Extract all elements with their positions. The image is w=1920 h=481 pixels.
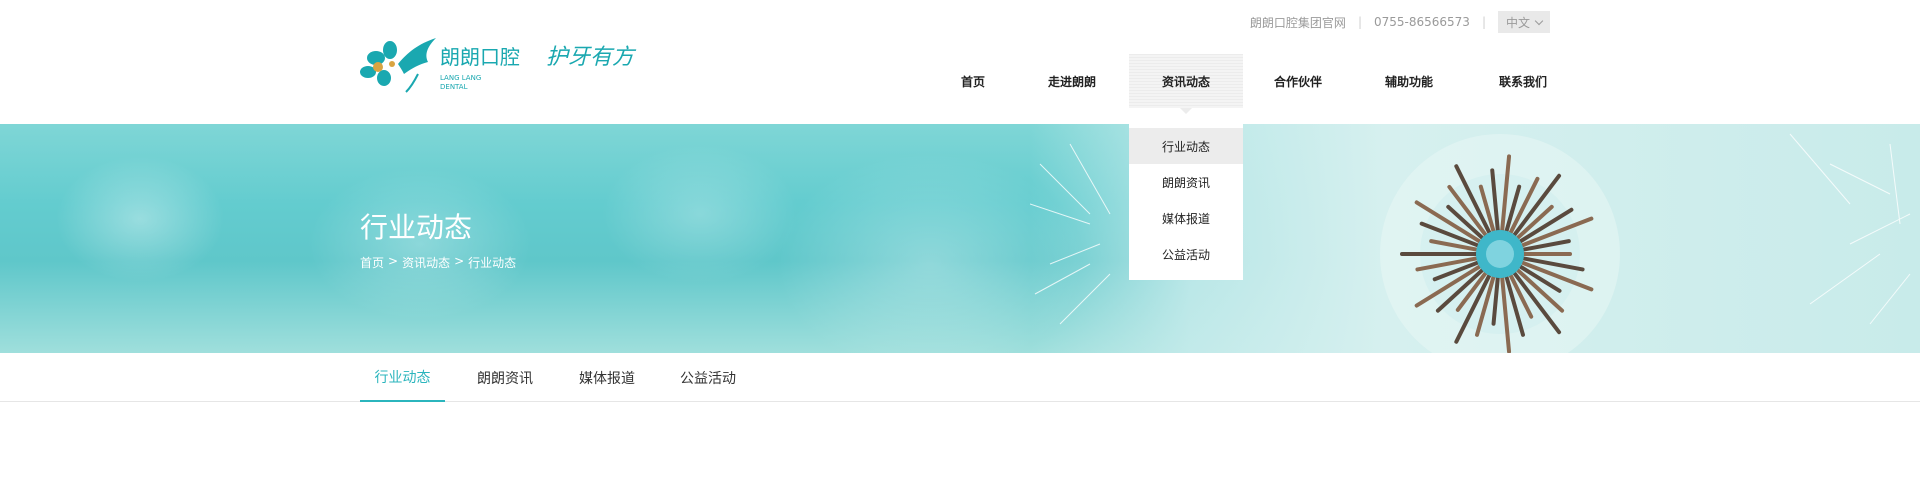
menu-item-label: 媒体报道 [1161, 211, 1210, 226]
utility-divider: | [1357, 15, 1362, 29]
tab-langlang-news[interactable]: 朗朗资讯 [465, 353, 545, 402]
hero-banner: 行业动态 首页 > 资讯动态 > 行业动态 [0, 124, 1920, 353]
utility-bar: 朗朗口腔集团官网 | 0755-86566573 | 中文 [1250, 10, 1550, 34]
tab-label: 行业动态 [374, 369, 431, 386]
menu-item-media-reports[interactable]: 媒体报道 [1129, 200, 1243, 236]
menu-item-label: 行业动态 [1161, 139, 1210, 154]
tab-charity[interactable]: 公益活动 [668, 353, 748, 402]
tab-media-reports[interactable]: 媒体报道 [567, 353, 647, 402]
breadcrumb-home[interactable]: 首页 [360, 254, 384, 271]
phone-number: 0755-86566573 [1373, 15, 1470, 29]
nav-item-label: 合作伙伴 [1273, 74, 1322, 89]
menu-item-label: 公益活动 [1161, 247, 1210, 262]
tab-label: 公益活动 [680, 370, 736, 387]
nav-item-label: 走进朗朗 [1047, 74, 1096, 89]
nav-item-partners[interactable]: 合作伙伴 [1241, 54, 1355, 108]
nav-item-label: 联系我们 [1498, 74, 1547, 89]
sub-tab-bar: 行业动态 朗朗资讯 媒体报道 公益活动 [0, 353, 1920, 402]
page-title: 行业动态 [360, 211, 473, 244]
chevron-down-icon [1534, 16, 1544, 25]
nav-item-label: 资讯动态 [1161, 74, 1210, 89]
news-dropdown-menu: 行业动态 朗朗资讯 媒体报道 公益活动 [1129, 124, 1243, 280]
tab-industry-news[interactable]: 行业动态 [360, 353, 445, 402]
breadcrumb-separator: > [454, 254, 465, 268]
nav-item-about[interactable]: 走进朗朗 [1015, 54, 1129, 108]
nav-item-label: 辅助功能 [1384, 74, 1433, 89]
nav-item-label: 首页 [960, 74, 985, 89]
nav-item-home[interactable]: 首页 [916, 54, 1030, 108]
breadcrumb-separator: > [388, 254, 399, 268]
menu-item-langlang-news[interactable]: 朗朗资讯 [1129, 164, 1243, 200]
tab-label: 媒体报道 [579, 370, 635, 387]
menu-item-charity[interactable]: 公益活动 [1129, 236, 1243, 272]
language-select[interactable]: 中文 [1497, 11, 1550, 33]
utility-divider: | [1481, 15, 1486, 29]
caret-down-icon [1180, 108, 1192, 114]
nav-item-accessibility[interactable]: 辅助功能 [1352, 54, 1466, 108]
group-site-link[interactable]: 朗朗口腔集团官网 [1250, 14, 1346, 31]
nav-item-news[interactable]: 资讯动态 [1129, 54, 1243, 114]
breadcrumb: 首页 > 资讯动态 > 行业动态 [360, 254, 516, 271]
breadcrumb-current: 行业动态 [468, 256, 517, 270]
menu-item-industry-news[interactable]: 行业动态 [1129, 128, 1243, 164]
tab-label: 朗朗资讯 [477, 370, 533, 387]
menu-item-label: 朗朗资讯 [1161, 175, 1210, 190]
language-label: 中文 [1505, 15, 1530, 30]
site-header: 朗朗口腔 LANG LANG DENTAL 护牙有方 朗朗口腔集团官网 | 07… [0, 0, 1920, 124]
main-nav: 首页 走进朗朗 资讯动态 合作伙伴 辅助功能 联系我们 [0, 54, 1920, 114]
nav-item-contact[interactable]: 联系我们 [1466, 54, 1580, 108]
breadcrumb-news[interactable]: 资讯动态 [402, 254, 450, 271]
